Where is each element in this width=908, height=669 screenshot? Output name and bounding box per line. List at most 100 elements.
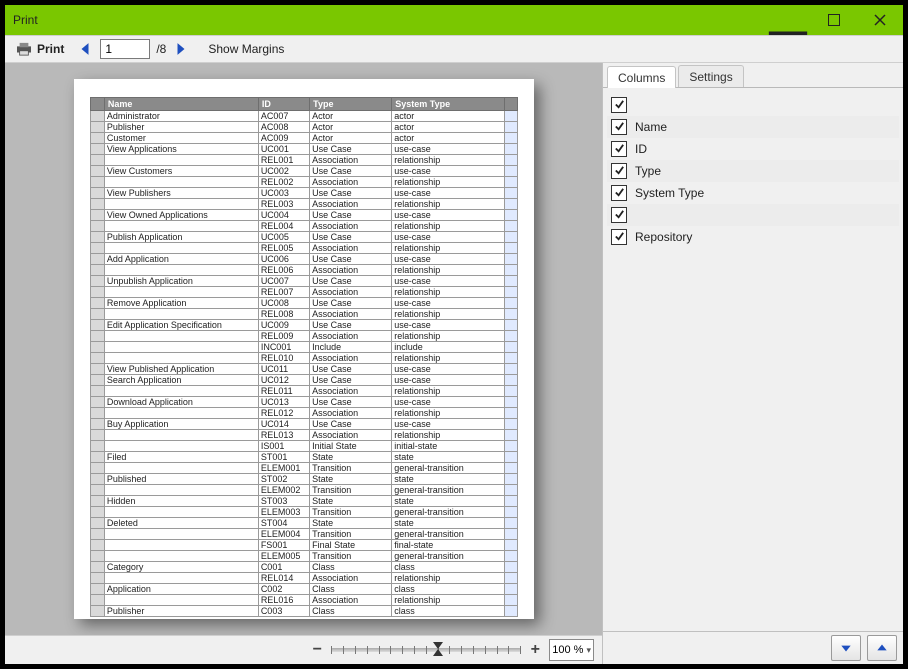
cell-id: UC009: [258, 320, 309, 331]
row-icon: [90, 463, 104, 474]
column-option[interactable]: Name: [607, 116, 899, 138]
cell-system-type: relationship: [392, 287, 505, 298]
cell-system-type: relationship: [392, 243, 505, 254]
cell-name: View Customers: [104, 166, 258, 177]
cell-name: Administrator: [104, 111, 258, 122]
row-trailing-icon: [505, 364, 517, 375]
column-checkbox[interactable]: [611, 141, 627, 157]
page-count: /8: [156, 42, 166, 56]
tab-columns[interactable]: Columns: [607, 66, 676, 88]
cell-id: UC007: [258, 276, 309, 287]
cell-type: Association: [310, 265, 392, 276]
cell-name: [104, 463, 258, 474]
table-row: REL012Associationrelationship: [90, 408, 517, 419]
table-row: Search ApplicationUC012Use Caseuse-case: [90, 375, 517, 386]
cell-id: UC014: [258, 419, 309, 430]
row-icon: [90, 155, 104, 166]
row-icon: [90, 386, 104, 397]
cell-name: Remove Application: [104, 298, 258, 309]
cell-name: Search Application: [104, 375, 258, 386]
column-checkbox[interactable]: [611, 229, 627, 245]
cell-system-type: general-transition: [392, 485, 505, 496]
row-trailing-icon: [505, 551, 517, 562]
cell-type: Class: [310, 606, 392, 617]
row-trailing-icon: [505, 540, 517, 551]
tabs: Columns Settings: [603, 63, 903, 88]
cell-type: Actor: [310, 133, 392, 144]
cell-system-type: relationship: [392, 265, 505, 276]
column-option[interactable]: System Type: [607, 182, 899, 204]
minimize-button[interactable]: [765, 5, 811, 35]
table-row: REL008Associationrelationship: [90, 309, 517, 320]
row-icon: [90, 276, 104, 287]
cell-type: Actor: [310, 111, 392, 122]
print-button[interactable]: Print: [9, 40, 70, 58]
cell-id: UC008: [258, 298, 309, 309]
cell-type: Use Case: [310, 276, 392, 287]
column-checkbox[interactable]: [611, 163, 627, 179]
next-page-button[interactable]: [172, 40, 190, 58]
preview-viewport[interactable]: NameIDTypeSystem Type AdministratorAC007…: [5, 63, 602, 635]
row-trailing-icon: [505, 144, 517, 155]
table-row: PublishedST002Statestate: [90, 474, 517, 485]
column-option[interactable]: [607, 204, 899, 226]
cell-system-type: use-case: [392, 298, 505, 309]
cell-id: REL005: [258, 243, 309, 254]
row-icon: [90, 144, 104, 155]
cell-type: Use Case: [310, 298, 392, 309]
cell-type: Actor: [310, 122, 392, 133]
cell-type: Use Case: [310, 364, 392, 375]
cell-name: Unpublish Application: [104, 276, 258, 287]
column-option[interactable]: [607, 94, 899, 116]
column-checkbox[interactable]: [611, 207, 627, 223]
page-input[interactable]: [100, 39, 150, 59]
zoom-slider[interactable]: [331, 648, 521, 652]
row-trailing-icon: [505, 584, 517, 595]
row-trailing-icon: [505, 331, 517, 342]
row-icon: [90, 353, 104, 364]
close-button[interactable]: [857, 5, 903, 35]
zoom-select[interactable]: 100 % ▾: [549, 639, 594, 661]
cell-id: ELEM004: [258, 529, 309, 540]
move-down-button[interactable]: [831, 635, 861, 661]
row-trailing-icon: [505, 155, 517, 166]
cell-type: Use Case: [310, 320, 392, 331]
column-checkbox[interactable]: [611, 185, 627, 201]
row-trailing-icon: [505, 166, 517, 177]
row-trailing-icon: [505, 188, 517, 199]
row-icon: [90, 320, 104, 331]
cell-type: Final State: [310, 540, 392, 551]
column-option[interactable]: Type: [607, 160, 899, 182]
column-option[interactable]: ID: [607, 138, 899, 160]
columns-list: NameID Type System Type Repository: [603, 88, 903, 631]
column-checkbox[interactable]: [611, 97, 627, 113]
table-row: HiddenST003Statestate: [90, 496, 517, 507]
cell-type: Use Case: [310, 232, 392, 243]
move-up-button[interactable]: [867, 635, 897, 661]
table-row: Edit Application SpecificationUC009Use C…: [90, 320, 517, 331]
row-trailing-icon: [505, 463, 517, 474]
row-trailing-icon: [505, 397, 517, 408]
column-label: Type: [635, 164, 661, 178]
cell-type: State: [310, 474, 392, 485]
cell-id: ST004: [258, 518, 309, 529]
row-trailing-icon: [505, 452, 517, 463]
zoom-out-button[interactable]: −: [309, 641, 325, 659]
row-icon: [90, 331, 104, 342]
show-margins-button[interactable]: Show Margins: [208, 42, 284, 56]
row-icon: [90, 375, 104, 386]
row-trailing-icon: [505, 232, 517, 243]
cell-system-type: general-transition: [392, 551, 505, 562]
column-option[interactable]: Repository: [607, 226, 899, 248]
row-icon: [90, 595, 104, 606]
cell-id: ST001: [258, 452, 309, 463]
prev-page-button[interactable]: [76, 40, 94, 58]
column-checkbox[interactable]: [611, 119, 627, 135]
zoom-in-button[interactable]: +: [527, 641, 543, 659]
table-row: View CustomersUC002Use Caseuse-case: [90, 166, 517, 177]
row-trailing-icon: [505, 199, 517, 210]
cell-system-type: use-case: [392, 375, 505, 386]
tab-settings[interactable]: Settings: [678, 65, 743, 87]
row-icon: [90, 199, 104, 210]
maximize-button[interactable]: [811, 5, 857, 35]
